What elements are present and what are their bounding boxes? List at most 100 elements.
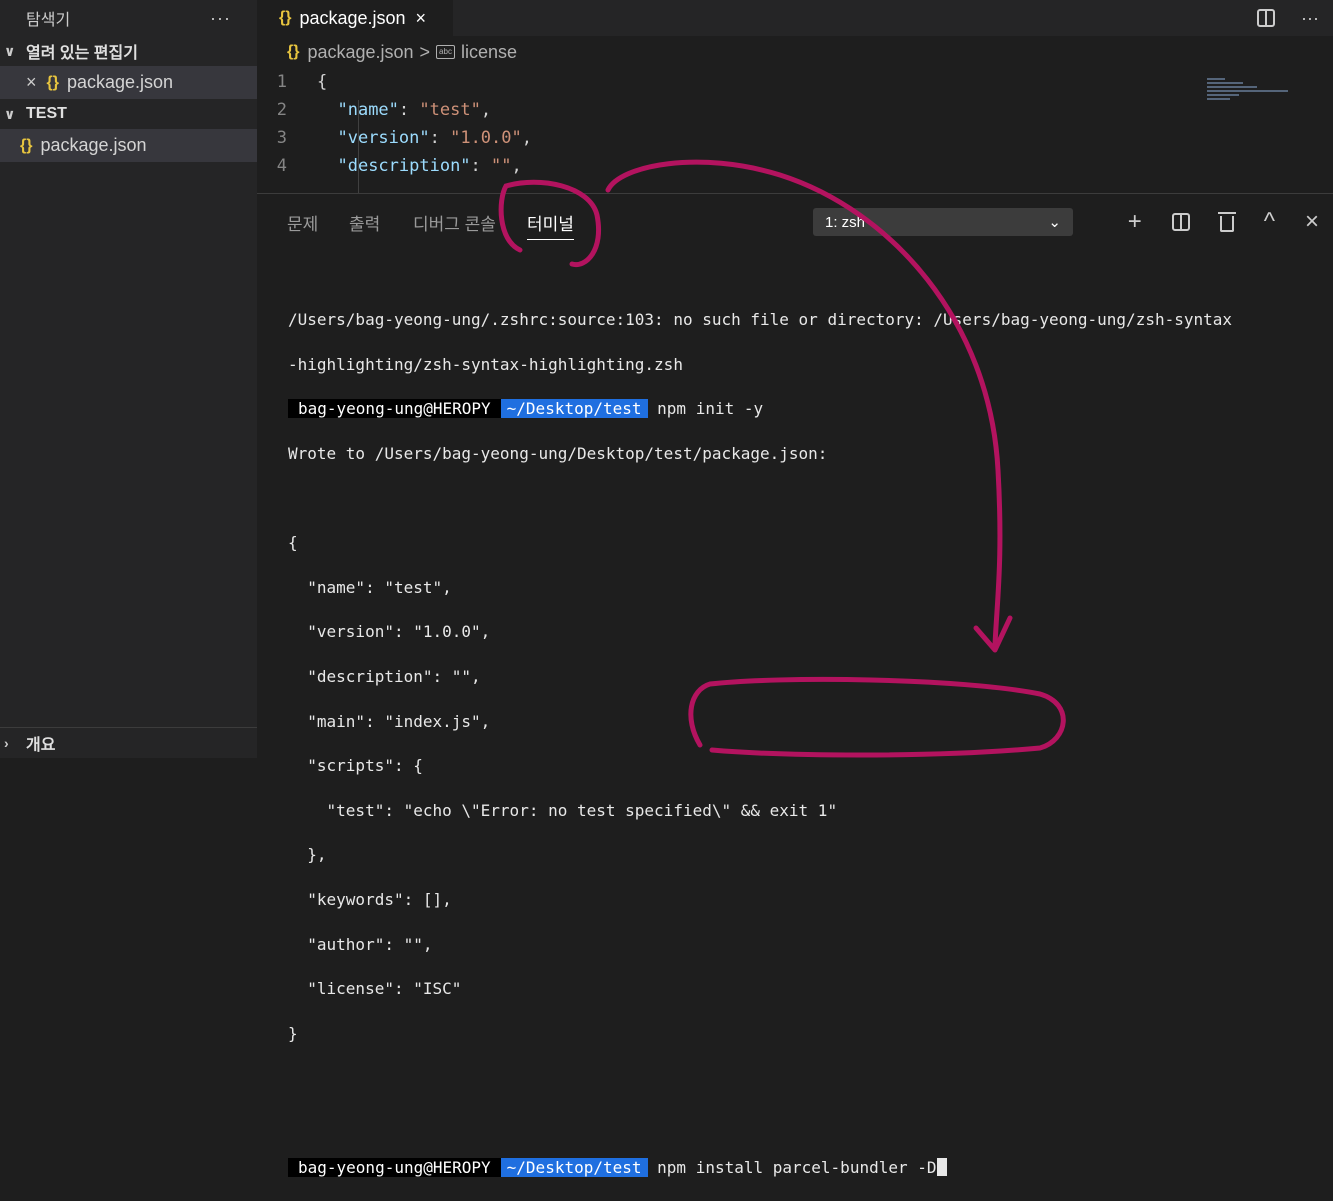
chevron-down-icon: ⌄ — [1048, 214, 1061, 231]
breadcrumb: {} package.json > abc license — [257, 36, 1333, 68]
json-output-line: } — [288, 1023, 298, 1043]
explorer-header: 탐색기 ··· — [0, 0, 257, 36]
json-output-line: "description": "", — [288, 667, 481, 687]
terminal-blank — [288, 1067, 1323, 1089]
terminal-blank — [288, 1112, 1323, 1134]
json-output-line: "license": "ISC" — [288, 979, 462, 999]
json-output-line: { — [288, 533, 298, 553]
split-editor-icon[interactable] — [1257, 9, 1276, 27]
explorer-title: 탐색기 — [26, 12, 71, 29]
explorer-sidebar: 탐색기 ··· ∨ 열려 있는 편집기 × {} package.json ∨ … — [0, 0, 261, 758]
json-output-line: "test": "echo \"Error: no test specified… — [288, 800, 838, 820]
string-symbol-icon: abc — [436, 45, 455, 59]
json-output-line: "main": "index.js", — [288, 711, 491, 731]
json-file-icon: {} — [46, 73, 59, 91]
json-output-line: "version": "1.0.0", — [288, 622, 491, 642]
terminal-line: /Users/bag-yeong-ung/.zshrc:source:103: … — [288, 310, 1233, 330]
terminal-prompt-line: bag-yeong-ung@HEROPY ~/Desktop/test npm i… — [288, 1157, 1323, 1179]
prompt-path: ~/Desktop/test — [500, 1157, 648, 1177]
code-line: 4 "description": "", — [257, 152, 1333, 180]
tab-close-icon[interactable]: × — [416, 8, 427, 29]
json-key: "version" — [337, 128, 430, 148]
terminal-select[interactable]: 1: zsh ⌄ — [813, 208, 1073, 236]
open-editor-item[interactable]: × {} package.json — [0, 66, 257, 99]
tab-label: package.json — [299, 7, 406, 28]
json-comma: , — [480, 100, 492, 120]
editor-actions: ··· — [1257, 0, 1319, 36]
breadcrumb-separator: > — [419, 41, 431, 62]
json-output-line: "keywords": [], — [288, 890, 452, 910]
chevron-down-icon: ∨ — [4, 105, 16, 122]
line-number: 2 — [276, 100, 287, 120]
close-icon[interactable]: × — [26, 72, 37, 93]
prompt-user: bag-yeong-ung@HEROPY — [288, 399, 501, 419]
indent-guide — [358, 100, 359, 193]
maximize-panel-icon[interactable]: ^ — [1264, 208, 1275, 236]
json-file-icon: {} — [20, 136, 33, 154]
code-text: "name": "test", — [317, 100, 491, 120]
json-colon: : — [398, 100, 420, 120]
json-value: "test" — [419, 100, 481, 120]
new-terminal-icon[interactable]: + — [1128, 208, 1142, 236]
more-actions-icon[interactable]: ··· — [1301, 8, 1319, 29]
code-text: { — [317, 72, 328, 92]
code-line: 2 "name": "test", — [257, 96, 1333, 124]
editor-tab-bar: {} package.json × ··· — [257, 0, 1333, 36]
json-output-line: "author": "", — [288, 934, 433, 954]
terminal-select-value: 1: zsh — [825, 213, 866, 231]
json-output-line: "name": "test", — [288, 577, 452, 597]
open-editors-label: 열려 있는 편집기 — [26, 45, 138, 62]
json-key: "name" — [337, 100, 399, 120]
tab-terminal[interactable]: 터미널 — [527, 210, 574, 240]
code-text: "description": "", — [317, 156, 522, 176]
prompt-user: bag-yeong-ung@HEROPY — [288, 1157, 501, 1177]
terminal-prompt-line: bag-yeong-ung@HEROPY ~/Desktop/test npm i… — [288, 398, 1323, 420]
outline-label: 개요 — [26, 737, 56, 754]
folder-section-test[interactable]: ∨ TEST — [0, 99, 257, 129]
terminal-output[interactable]: /Users/bag-yeong-ung/.zshrc:source:103: … — [288, 287, 1323, 1201]
tab-package-json[interactable]: {} package.json × — [257, 0, 453, 36]
trash-icon[interactable] — [1217, 212, 1236, 232]
code-line: 3 "version": "1.0.0", — [257, 124, 1333, 152]
open-editors-section[interactable]: ∨ 열려 있는 편집기 — [0, 36, 257, 66]
terminal-blank — [288, 488, 1323, 510]
code-line: 1 { — [257, 68, 1333, 96]
json-value: "" — [491, 156, 512, 176]
prompt-path: ~/Desktop/test — [500, 399, 648, 419]
breadcrumb-file[interactable]: package.json — [307, 42, 413, 63]
terminal-line: Wrote to /Users/bag-yeong-ung/Desktop/te… — [288, 444, 828, 464]
json-output-line: }, — [288, 845, 327, 865]
tab-debug-console[interactable]: 디버그 콘솔 — [413, 210, 496, 235]
json-value: "1.0.0" — [450, 128, 522, 148]
minimap[interactable] — [1207, 76, 1297, 112]
panel-tab-bar: 문제 출력 디버그 콘솔 터미널 1: zsh ⌄ + ^ × — [257, 194, 1333, 250]
file-tree-item[interactable]: {} package.json — [0, 129, 257, 162]
chevron-right-icon: › — [4, 735, 9, 751]
close-panel-icon[interactable]: × — [1305, 208, 1319, 236]
folder-label: TEST — [26, 105, 67, 122]
open-editor-filename: package.json — [66, 72, 174, 92]
json-output-line: "scripts": { — [288, 756, 423, 776]
file-tree-filename: package.json — [40, 135, 147, 155]
line-number: 4 — [276, 156, 287, 176]
line-number: 1 — [276, 72, 287, 92]
split-terminal-icon[interactable] — [1171, 213, 1190, 231]
json-comma: , — [521, 128, 532, 148]
tab-output[interactable]: 출력 — [349, 210, 380, 235]
tab-problems[interactable]: 문제 — [287, 210, 318, 235]
line-number: 3 — [276, 128, 287, 148]
json-file-icon: {} — [279, 9, 292, 26]
editor-group: {} package.json × ··· {} package.json > … — [257, 0, 1333, 193]
breadcrumb-symbol[interactable]: license — [461, 42, 517, 63]
code-text: "version": "1.0.0", — [317, 128, 532, 148]
json-comma: , — [511, 156, 522, 176]
json-file-icon: {} — [287, 43, 300, 60]
terminal-command: npm init -y — [657, 399, 764, 419]
json-colon: : — [470, 156, 492, 176]
terminal-line: -highlighting/zsh-syntax-highlighting.zs… — [288, 354, 683, 374]
code-area[interactable]: 1 { 2 "name": "test", 3 "version": "1.0.… — [257, 68, 1333, 180]
more-actions-icon[interactable]: ··· — [210, 8, 231, 29]
panel-actions: + ^ × — [1128, 204, 1319, 240]
json-colon: : — [429, 128, 451, 148]
outline-section[interactable]: › 개요 — [0, 727, 261, 758]
